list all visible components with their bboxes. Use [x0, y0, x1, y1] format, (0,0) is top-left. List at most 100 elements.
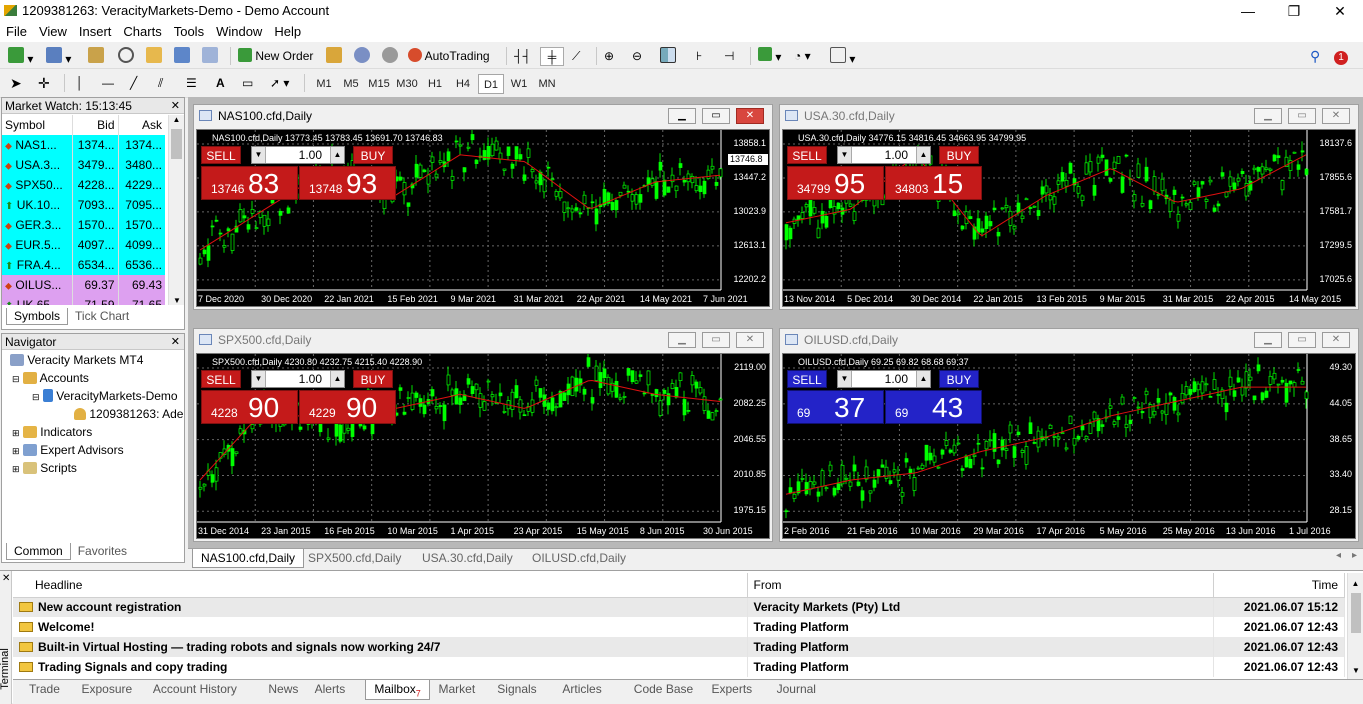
ask-header[interactable]: Ask	[118, 115, 165, 135]
timeframe-m5[interactable]: M5	[338, 74, 364, 94]
sell-price[interactable]: 34799 95	[787, 166, 884, 200]
signals-icon[interactable]	[382, 47, 398, 66]
increase-icon[interactable]: ▲	[330, 147, 344, 163]
tree-account[interactable]: 1209381263: Ade	[74, 407, 183, 421]
chart-window[interactable]: OILUSD.cfd,Daily ▁ ▭ ✕ OILUSD.cfd,Daily …	[779, 328, 1359, 542]
terminal-tab-code-base[interactable]: Code Base	[626, 680, 701, 700]
market-watch-row[interactable]: ⬥ USA.3... 3479... 3480...	[2, 155, 165, 175]
horizontal-line-icon[interactable]: —	[102, 74, 114, 93]
lot-size-stepper[interactable]: ▼ 1.00 ▲	[837, 370, 931, 388]
navigator-icon[interactable]	[146, 47, 162, 66]
tree-expert-advisors[interactable]: ⊞ Expert Advisors	[12, 443, 124, 457]
vertical-line-icon[interactable]: │	[76, 74, 84, 93]
restore-button[interactable]: ❐	[1271, 0, 1317, 22]
timeframe-m1[interactable]: M1	[311, 74, 337, 94]
zoom-out-icon[interactable]: ⊖	[632, 47, 642, 66]
decrease-icon[interactable]: ▼	[838, 147, 852, 163]
buy-price[interactable]: 34803 15	[885, 166, 982, 200]
buy-button[interactable]: BUY	[939, 146, 979, 164]
terminal-tab-articles[interactable]: Articles	[554, 680, 609, 700]
tab-scroll-left-icon[interactable]: ◂	[1336, 550, 1341, 561]
mail-row[interactable]: Welcome! Trading Platform 2021.06.07 12:43	[13, 617, 1345, 637]
close-window-button[interactable]: ✕	[1317, 0, 1363, 22]
chart-minimize-button[interactable]: ▁	[1254, 108, 1282, 124]
lot-size-value[interactable]: 1.00	[885, 372, 908, 386]
tree-accounts[interactable]: ⊟ Accounts	[12, 371, 89, 385]
market-watch-row[interactable]: ⬆ UK.10... 7093... 7095...	[2, 195, 165, 215]
equidistant-channel-icon[interactable]: ⫽	[158, 74, 163, 93]
close-icon[interactable]: ✕	[171, 334, 180, 350]
sell-button[interactable]: SELL	[201, 146, 241, 164]
chart-tab-spx500[interactable]: SPX500.cfd,Daily	[308, 551, 401, 565]
terminal-tab-signals[interactable]: Signals	[489, 680, 544, 700]
market-watch-row[interactable]: ⬥ OILUS... 69.37 69.43	[2, 275, 165, 295]
increase-icon[interactable]: ▲	[916, 147, 930, 163]
chart-window-title[interactable]: SPX500.cfd,Daily ▁ ▭ ✕	[194, 329, 772, 351]
chart-minimize-button[interactable]: ▁	[1254, 332, 1282, 348]
symbol-header[interactable]: Symbol	[2, 115, 73, 135]
chart-shift-icon[interactable]: ⊣	[724, 47, 734, 66]
data-window-icon[interactable]	[118, 47, 134, 66]
terminal-tab-exposure[interactable]: Exposure	[74, 680, 141, 700]
chart-window[interactable]: NAS100.cfd,Daily ▁ ▭ ✕ NAS100.cfd,Daily …	[193, 104, 773, 310]
tab-symbols[interactable]: Symbols	[6, 308, 69, 325]
tab-common[interactable]: Common	[6, 543, 71, 560]
tile-windows-icon[interactable]	[660, 47, 676, 66]
menu-help[interactable]: Help	[268, 22, 307, 39]
scroll-thumb[interactable]	[1351, 593, 1361, 633]
terminal-tab-news[interactable]: News	[260, 680, 306, 700]
lot-size-stepper[interactable]: ▼ 1.00 ▲	[251, 370, 345, 388]
buy-button[interactable]: BUY	[353, 370, 393, 388]
tree-scripts[interactable]: ⊞ Scripts	[12, 461, 77, 475]
new-order-button[interactable]: New Order	[238, 47, 313, 66]
lot-size-value[interactable]: 1.00	[299, 148, 322, 162]
market-watch-row[interactable]: ⬆ FRA.4... 6534... 6536...	[2, 255, 165, 275]
sell-button[interactable]: SELL	[787, 370, 827, 388]
tab-scroll-right-icon[interactable]: ▸	[1352, 550, 1357, 561]
chart-maximize-button[interactable]: ▭	[1288, 332, 1316, 348]
text-label-icon[interactable]: ▭	[242, 74, 253, 93]
strategy-tester-icon[interactable]	[202, 47, 218, 66]
chart-tab-usa30[interactable]: USA.30.cfd,Daily	[422, 551, 513, 565]
chart-window[interactable]: USA.30.cfd,Daily ▁ ▭ ✕ USA.30.cfd,Daily …	[779, 104, 1359, 310]
market-watch-row[interactable]: ⬥ NAS1... 1374... 1374...	[2, 135, 165, 155]
terminal-tab-journal[interactable]: Journal	[769, 680, 824, 700]
lot-size-stepper[interactable]: ▼ 1.00 ▲	[251, 146, 345, 164]
chart-minimize-button[interactable]: ▁	[668, 108, 696, 124]
decrease-icon[interactable]: ▼	[838, 371, 852, 387]
timeframe-w1[interactable]: W1	[506, 74, 532, 94]
chart-window-title[interactable]: OILUSD.cfd,Daily ▁ ▭ ✕	[780, 329, 1358, 351]
market-watch-icon[interactable]	[88, 47, 104, 66]
buy-button[interactable]: BUY	[939, 370, 979, 388]
cursor-icon[interactable]: ➤	[10, 74, 22, 93]
chart-close-button[interactable]: ✕	[1322, 332, 1350, 348]
collapse-icon[interactable]: ⊟	[32, 392, 40, 402]
chart-maximize-button[interactable]: ▭	[702, 108, 730, 124]
decrease-icon[interactable]: ▼	[252, 147, 266, 163]
mail-row[interactable]: Trading Signals and copy trading Trading …	[13, 657, 1345, 677]
chart-canvas[interactable]: SPX500.cfd,Daily 4230.80 4232.75 4215.40…	[196, 353, 770, 539]
tab-tick-chart[interactable]: Tick Chart	[68, 308, 136, 324]
terminal-icon[interactable]	[174, 47, 190, 66]
crosshair-icon[interactable]: ✛	[38, 74, 50, 93]
time-header[interactable]: Time	[1213, 573, 1345, 598]
menu-window[interactable]: Window	[210, 22, 268, 39]
close-icon[interactable]: ✕	[2, 573, 10, 584]
decrease-icon[interactable]: ▼	[252, 371, 266, 387]
market-watch-row[interactable]: ⬥ SPX50... 4228... 4229...	[2, 175, 165, 195]
lot-size-value[interactable]: 1.00	[885, 148, 908, 162]
headline-header[interactable]: Headline	[13, 573, 748, 598]
buy-button[interactable]: BUY	[353, 146, 393, 164]
indicators-icon[interactable]: ▾	[758, 47, 781, 66]
terminal-tab-trade[interactable]: Trade	[21, 680, 68, 700]
terminal-tab-experts[interactable]: Experts	[704, 680, 761, 700]
sell-button[interactable]: SELL	[787, 146, 827, 164]
mail-row[interactable]: New account registration Veracity Markets…	[13, 597, 1345, 617]
menu-view[interactable]: View	[33, 22, 73, 39]
chart-window-title[interactable]: USA.30.cfd,Daily ▁ ▭ ✕	[780, 105, 1358, 127]
timeframe-h4[interactable]: H4	[450, 74, 476, 94]
from-header[interactable]: From	[747, 573, 1214, 598]
arrows-icon[interactable]: ➚ ▾	[270, 74, 289, 93]
timeframe-d1[interactable]: D1	[478, 74, 504, 94]
trendline-icon[interactable]: ╱	[130, 74, 137, 93]
